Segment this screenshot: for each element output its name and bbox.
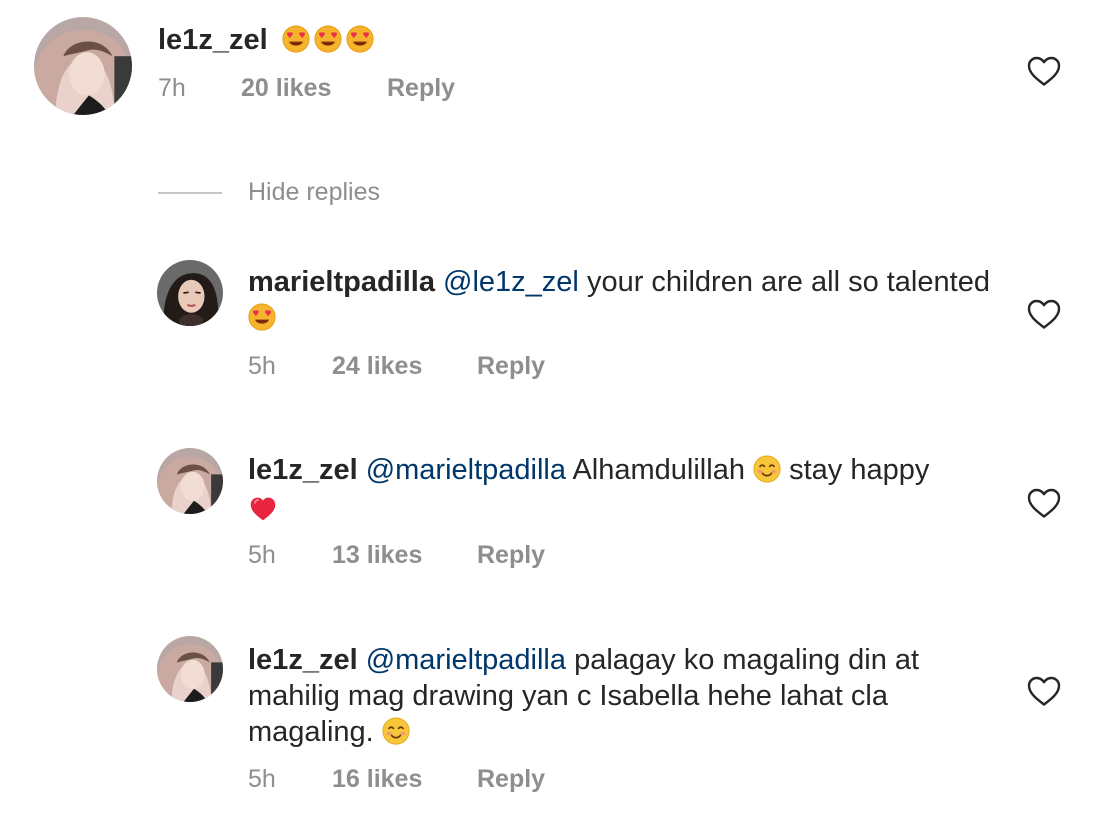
reply-body: le1z_zel @marieltpadilla palagay ko maga… — [248, 642, 1008, 754]
mention-link[interactable]: @marieltpadilla — [366, 454, 566, 486]
red-heart-emoji — [248, 495, 278, 532]
like-heart-icon[interactable] — [1026, 675, 1062, 707]
reply-username[interactable]: le1z_zel — [248, 644, 358, 676]
reply-button[interactable]: Reply — [477, 352, 545, 381]
like-heart-icon[interactable] — [1026, 55, 1062, 87]
avatar[interactable] — [157, 260, 223, 326]
likes-count[interactable]: 20 likes — [241, 74, 331, 103]
reply-time: 5h — [248, 352, 276, 380]
reply-text: magaling. — [248, 716, 374, 748]
heart-eyes-emoji — [346, 25, 374, 62]
smiling-blush-emoji — [753, 455, 781, 492]
reply-meta: 5h 13 likes Reply — [0, 541, 1120, 571]
heart-eyes-emoji — [314, 25, 342, 62]
reply-username[interactable]: le1z_zel — [248, 454, 358, 486]
comment-body: le1z_zel — [158, 22, 374, 62]
reply-button[interactable]: Reply — [387, 74, 455, 103]
reply-button[interactable]: Reply — [477, 765, 545, 794]
likes-count[interactable]: 24 likes — [332, 352, 422, 381]
comment-time: 7h — [158, 74, 186, 102]
like-heart-icon[interactable] — [1026, 298, 1062, 330]
reply-text: stay happy — [789, 454, 930, 486]
reply-text: palagay ko magaling din at — [574, 644, 920, 676]
heart-eyes-emoji — [248, 303, 276, 340]
smiling-blush-emoji — [382, 717, 410, 754]
avatar[interactable] — [157, 636, 223, 702]
reply-meta: 5h 16 likes Reply — [0, 765, 1120, 795]
reply-body: le1z_zel @marieltpadilla Alhamdulillah s… — [248, 452, 1008, 532]
hide-replies-label[interactable]: Hide replies — [248, 178, 380, 207]
mention-link[interactable]: @marieltpadilla — [366, 644, 566, 676]
heart-eyes-emoji — [282, 25, 310, 62]
divider-line — [158, 192, 222, 194]
likes-count[interactable]: 16 likes — [332, 765, 422, 794]
reply-meta: 5h 24 likes Reply — [0, 352, 1120, 382]
mention-link[interactable]: @le1z_zel — [443, 266, 579, 298]
comment-username[interactable]: le1z_zel — [158, 24, 268, 56]
likes-count[interactable]: 13 likes — [332, 541, 422, 570]
like-heart-icon[interactable] — [1026, 487, 1062, 519]
comment-meta: 7h 20 likes Reply — [0, 74, 1120, 104]
reply-time: 5h — [248, 765, 276, 793]
reply-text: your children are all so talented — [586, 266, 990, 298]
reply-button[interactable]: Reply — [477, 541, 545, 570]
reply-username[interactable]: marieltpadilla — [248, 266, 435, 298]
reply-body: marieltpadilla @le1z_zel your children a… — [248, 264, 1008, 340]
reply-text: mahilig mag drawing yan c Isabella hehe … — [248, 680, 888, 712]
reply-time: 5h — [248, 541, 276, 569]
avatar[interactable] — [157, 448, 223, 514]
reply-text: Alhamdulillah — [572, 454, 745, 486]
